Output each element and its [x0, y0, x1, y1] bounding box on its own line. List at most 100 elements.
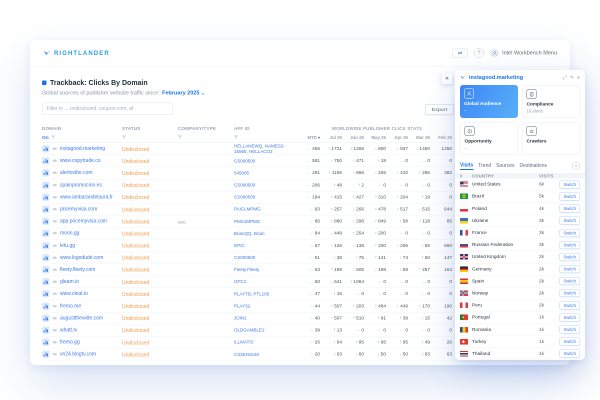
preview-eye-icon[interactable]	[52, 292, 58, 296]
domain-link[interactable]: www.cleat.io	[60, 291, 88, 297]
domain-link[interactable]: vn24.blogtv.com	[60, 352, 96, 358]
aff-id-link[interactable]: CS2ENSUM	[234, 352, 300, 357]
card-opportunity[interactable]: Opportunity –	[460, 122, 518, 155]
preview-eye-icon[interactable]	[52, 159, 58, 163]
panel-close-button[interactable]: ✕	[442, 73, 453, 84]
domain-insights-icon[interactable]	[42, 157, 50, 165]
aff-id-link[interactable]: OLDGAMBLE2	[234, 328, 300, 333]
preview-eye-icon[interactable]	[52, 232, 58, 236]
user-menu-button[interactable]: Intel Workbench Menu	[490, 49, 557, 58]
card-crawlers[interactable]: Crawlers	[522, 122, 580, 155]
date-filter-dropdown[interactable]: February 2025 ⌄	[162, 90, 205, 96]
switch-button[interactable]: Switch	[559, 277, 580, 285]
switch-button[interactable]: Switch	[559, 313, 580, 321]
switch-button[interactable]: Switch	[559, 265, 580, 273]
domain-link[interactable]: app.pricemyvisa.com	[60, 219, 107, 225]
aff-id-link[interactable]: PAICLMPMG	[234, 207, 300, 212]
aff-id-link[interactable]: DPIC	[234, 243, 300, 248]
domain-insights-icon[interactable]	[42, 218, 50, 226]
domain-insights-icon[interactable]	[42, 181, 50, 189]
domain-insights-icon[interactable]	[42, 314, 50, 322]
domain-link[interactable]: fleety.fleety.com	[60, 267, 95, 273]
on-toggle[interactable]: On	[42, 135, 49, 141]
domain-insights-icon[interactable]	[42, 326, 50, 334]
filter-funnel-icon[interactable]	[234, 136, 238, 140]
switch-button[interactable]: Switch	[559, 253, 580, 261]
switch-button[interactable]: Switch	[559, 326, 580, 334]
preview-eye-icon[interactable]	[52, 208, 58, 212]
tab-trend[interactable]: Trend	[478, 163, 491, 170]
preview-eye-icon[interactable]	[52, 328, 58, 332]
card-global-audience[interactable]: Global Audience –	[460, 85, 518, 118]
aff-id-link[interactable]: ILLMATIC	[234, 340, 300, 345]
preview-eye-icon[interactable]	[52, 304, 58, 308]
filter-input[interactable]	[42, 103, 173, 116]
domain-insights-icon[interactable]	[42, 266, 50, 274]
aff-id-link[interactable]: GFCC	[234, 279, 300, 284]
domain-link[interactable]: augustthewide.com	[60, 315, 103, 321]
export-button[interactable]: Export	[425, 104, 454, 115]
domain-insights-icon[interactable]	[42, 278, 50, 286]
aff-id-link[interactable]: CS000500	[234, 158, 300, 163]
domain-link[interactable]: www.ambarandelaura.fr	[60, 194, 113, 200]
switch-view-button[interactable]: ⇄	[452, 48, 468, 58]
switch-button[interactable]: Switch	[559, 205, 580, 213]
card-compliance[interactable]: Compliance 18 alerts	[522, 85, 580, 118]
domain-link[interactable]: spainpromocion.es	[60, 182, 102, 188]
preview-eye-icon[interactable]	[52, 195, 58, 199]
aff-id-link[interactable]: CS000500	[234, 182, 300, 187]
domain-insights-icon[interactable]	[42, 351, 50, 359]
preview-eye-icon[interactable]	[52, 268, 58, 272]
domain-insights-icon[interactable]	[42, 230, 50, 238]
aff-id-link[interactable]: JOIN1	[234, 316, 300, 321]
aff-id-link[interactable]: HELLANEWQ, NAMES2-15565, HELLACO2	[234, 144, 300, 154]
aff-id-link[interactable]: CS000500	[234, 255, 300, 260]
aff-id-link[interactable]: PLAY32	[234, 303, 300, 308]
domain-link[interactable]: alertovibe.com	[60, 170, 93, 176]
domain-link[interactable]: pricemyvisa.com	[60, 207, 97, 213]
preview-eye-icon[interactable]	[52, 147, 58, 151]
switch-button[interactable]: Switch	[559, 192, 580, 200]
preview-eye-icon[interactable]	[52, 280, 58, 284]
help-button[interactable]: ?	[474, 48, 484, 58]
domain-link[interactable]: gleam.io	[60, 279, 79, 285]
domain-insights-icon[interactable]	[42, 145, 50, 153]
aff-id-link[interactable]: CS000500	[234, 195, 300, 200]
preview-eye-icon[interactable]	[52, 353, 58, 357]
switch-button[interactable]: Switch	[559, 289, 580, 297]
switch-button[interactable]: Switch	[559, 241, 580, 249]
panel-help-button[interactable]: ?	[572, 162, 580, 170]
edit-icon[interactable]: ✎	[570, 75, 574, 81]
domain-insights-icon[interactable]	[42, 193, 50, 201]
domain-insights-icon[interactable]	[42, 339, 50, 347]
filter-funnel-icon[interactable]	[178, 136, 182, 140]
aff-id-link[interactable]: Fleety.Fleety	[234, 267, 300, 272]
domain-insights-icon[interactable]	[42, 302, 50, 310]
tab-sources[interactable]: Sources	[496, 163, 514, 170]
domain-insights-icon[interactable]	[42, 242, 50, 250]
preview-eye-icon[interactable]	[52, 316, 58, 320]
domain-insights-icon[interactable]	[42, 169, 50, 177]
aff-id-link[interactable]: PLAYTB, PTL105	[234, 291, 300, 296]
switch-button[interactable]: Switch	[559, 338, 580, 346]
domain-insights-icon[interactable]	[42, 290, 50, 298]
domain-link[interactable]: fremo.gg	[60, 340, 80, 346]
preview-eye-icon[interactable]	[52, 183, 58, 187]
menu-icon[interactable]: ≡	[577, 75, 580, 81]
switch-button[interactable]: Switch	[559, 229, 580, 237]
domain-link[interactable]: www.logodude.com	[60, 255, 103, 261]
aff-id-link[interactable]: BrianQQ, Brian	[234, 231, 300, 236]
panel-domain-link[interactable]: instagood.marketing	[469, 75, 523, 81]
domain-link[interactable]: moon.gg	[60, 231, 79, 237]
external-link-icon[interactable]: ⤢	[563, 75, 567, 81]
switch-button[interactable]: Switch	[559, 217, 580, 225]
stat-col-header[interactable]: MTD▾	[300, 135, 322, 140]
tab-destinations[interactable]: Destinations	[519, 163, 547, 170]
tab-visits[interactable]: Visits	[460, 162, 473, 170]
domain-link[interactable]: fremo.me	[60, 303, 81, 309]
domain-insights-icon[interactable]	[42, 254, 50, 262]
preview-eye-icon[interactable]	[52, 244, 58, 248]
domain-insights-icon[interactable]	[42, 206, 50, 214]
domain-link[interactable]: whatt.tv	[60, 327, 77, 333]
preview-eye-icon[interactable]	[52, 256, 58, 260]
